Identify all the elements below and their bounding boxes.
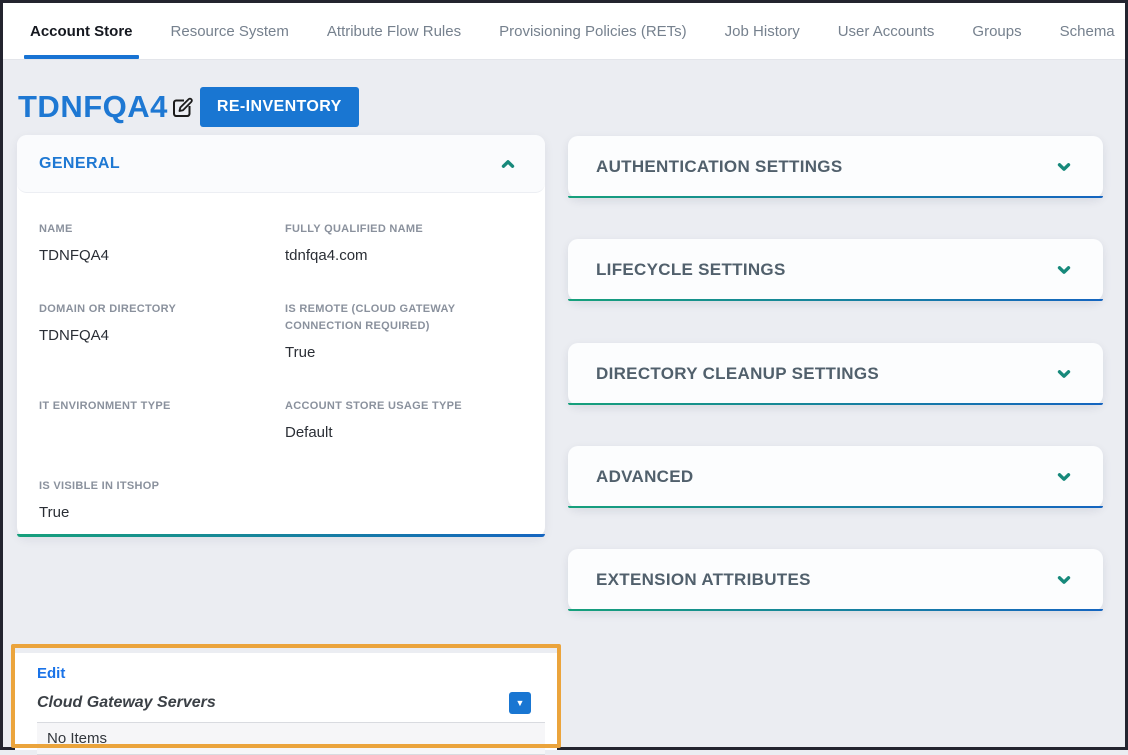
chevron-down-icon: ▼ [516,698,525,708]
panel-gradient-border [568,299,1103,301]
general-panel-fields: NAME TDNFQA4 FULLY QUALIFIED NAME tdnfqa… [17,193,545,522]
cloud-gateway-servers-title: Cloud Gateway Servers [37,694,216,712]
extension-attributes-panel[interactable]: EXTENSION ATTRIBUTES [568,549,1103,611]
field-is-visible-in-itshop: IS VISIBLE IN ITSHOP True [39,478,285,522]
section-title: EXTENSION ATTRIBUTES [596,570,811,590]
cloud-gateway-servers-panel: Edit Cloud Gateway Servers ▼ No Items [15,653,557,750]
no-items-row: No Items [37,722,545,755]
general-panel-header[interactable]: GENERAL [17,135,545,193]
collapse-chevron-up-icon[interactable] [484,139,532,187]
field-label: IT ENVIRONMENT TYPE [39,398,277,415]
field-value: True [285,344,523,362]
page-title: TDNFQA4 [18,89,168,125]
field-value: Default [285,424,523,442]
expand-chevron-down-icon[interactable] [1047,253,1081,287]
field-account-store-usage-type: ACCOUNT STORE USAGE TYPE Default [285,398,523,442]
field-value: TDNFQA4 [39,327,285,345]
field-it-environment-type: IT ENVIRONMENT TYPE [39,398,285,442]
field-value [39,424,285,442]
section-title: ADVANCED [596,467,693,487]
field-label: IS VISIBLE IN ITSHOP [39,478,277,495]
field-is-remote: IS REMOTE (CLOUD GATEWAY CONNECTION REQU… [285,301,523,362]
cloud-gateway-dropdown-button[interactable]: ▼ [509,692,531,714]
edit-link[interactable]: Edit [37,665,65,682]
field-label: IS REMOTE (CLOUD GATEWAY CONNECTION REQU… [285,301,523,335]
tab-groups[interactable]: Groups [972,3,1021,59]
re-inventory-button[interactable]: RE-INVENTORY [200,87,359,127]
tab-job-history[interactable]: Job History [725,3,800,59]
advanced-panel[interactable]: ADVANCED [568,446,1103,508]
field-domain-or-directory: DOMAIN OR DIRECTORY TDNFQA4 [39,301,285,362]
field-label: ACCOUNT STORE USAGE TYPE [285,398,523,415]
expand-chevron-down-icon[interactable] [1047,150,1081,184]
section-title: LIFECYCLE SETTINGS [596,260,786,280]
panel-gradient-border [568,196,1103,198]
field-value: tdnfqa4.com [285,247,523,265]
panel-gradient-border [17,534,545,537]
tab-provisioning-policies[interactable]: Provisioning Policies (RETs) [499,3,687,59]
field-name: NAME TDNFQA4 [39,221,285,265]
general-panel-title: GENERAL [39,155,120,173]
directory-cleanup-settings-panel[interactable]: DIRECTORY CLEANUP SETTINGS [568,343,1103,405]
expand-chevron-down-icon[interactable] [1047,563,1081,597]
tab-schema[interactable]: Schema [1060,3,1115,59]
field-label: FULLY QUALIFIED NAME [285,221,523,238]
page-header: TDNFQA4 RE-INVENTORY [18,87,359,127]
panel-gradient-border [568,403,1103,405]
general-panel: GENERAL NAME TDNFQA4 FULLY QUALIFIED NAM… [17,135,545,537]
tab-account-store[interactable]: Account Store [30,3,133,59]
account-store-page: { "tabs": [ { "label": "Account Store", … [0,0,1128,750]
field-value: True [39,504,285,522]
panel-gradient-border [568,609,1103,611]
expand-chevron-down-icon[interactable] [1047,460,1081,494]
tab-attribute-flow-rules[interactable]: Attribute Flow Rules [327,3,461,59]
panel-gradient-border [568,506,1103,508]
top-tab-bar: Account Store Resource System Attribute … [3,3,1125,60]
tab-user-accounts[interactable]: User Accounts [838,3,935,59]
edit-title-icon[interactable] [170,96,194,120]
section-title: AUTHENTICATION SETTINGS [596,157,842,177]
lifecycle-settings-panel[interactable]: LIFECYCLE SETTINGS [568,239,1103,301]
field-label: DOMAIN OR DIRECTORY [39,301,277,318]
field-label: NAME [39,221,277,238]
tab-resource-system[interactable]: Resource System [171,3,289,59]
authentication-settings-panel[interactable]: AUTHENTICATION SETTINGS [568,136,1103,198]
expand-chevron-down-icon[interactable] [1047,357,1081,391]
cloud-gateway-servers-header: Cloud Gateway Servers ▼ [37,692,531,722]
field-fully-qualified-name: FULLY QUALIFIED NAME tdnfqa4.com [285,221,523,265]
field-value: TDNFQA4 [39,247,285,265]
section-title: DIRECTORY CLEANUP SETTINGS [596,364,879,384]
